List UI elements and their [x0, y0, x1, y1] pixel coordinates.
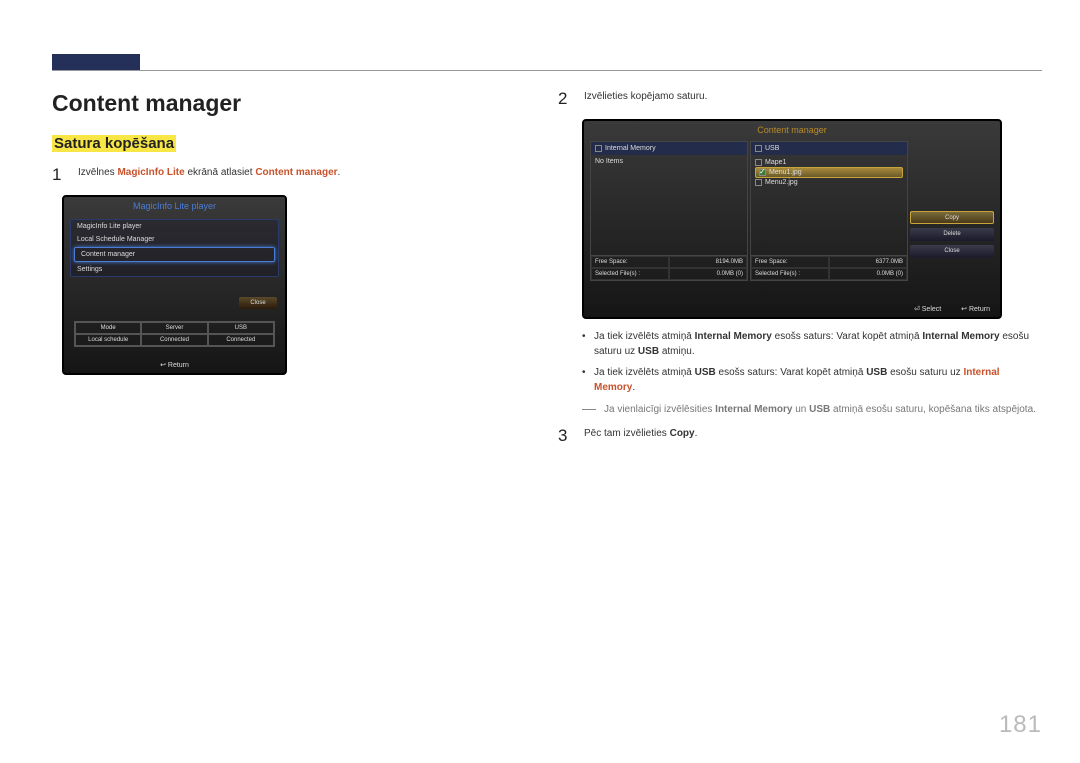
step-number: 3: [558, 427, 574, 446]
panel-usb: USB Mape1 Menu1.jpg Menu2.jpg Free Space…: [750, 141, 908, 281]
section-heading: Satura kopēšana: [52, 135, 176, 152]
checkbox-icon: [595, 145, 602, 152]
shot-title: MagicInfo Lite player: [64, 197, 285, 215]
copy-button: Copy: [910, 211, 994, 224]
bullet-item: Ja tiek izvēlēts atmiņā USB esošs saturs…: [582, 365, 1038, 395]
step-3: 3 Pēc tam izvēlieties Copy.: [558, 427, 1038, 446]
file-selected: Menu1.jpg: [755, 167, 903, 178]
panel-internal-memory: Internal Memory No Items Free Space:8194…: [590, 141, 748, 281]
return-hint: ↩ Return: [64, 361, 285, 369]
page-title: Content manager: [52, 90, 522, 117]
checkbox-icon: [755, 159, 762, 166]
step-text: Pēc tam izvēlieties Copy.: [584, 427, 1038, 442]
step-number: 2: [558, 90, 574, 109]
close-button: Close: [910, 245, 994, 258]
step-2: 2 Izvēlieties kopējamo saturu.: [558, 90, 1038, 109]
menu-item-selected: Content manager: [74, 247, 275, 262]
close-button: Close: [239, 297, 277, 309]
checkbox-icon: [755, 145, 762, 152]
footer-hints: ⏎ Select ↩ Return: [584, 305, 990, 313]
delete-button: Delete: [910, 228, 994, 241]
note-dash-icon: [582, 409, 596, 410]
bullet-item: Ja tiek izvēlēts atmiņā Internal Memory …: [582, 329, 1038, 359]
screenshot-magicinfo-menu: MagicInfo Lite player MagicInfo Lite pla…: [62, 195, 287, 375]
menu-item: MagicInfo Lite player: [71, 220, 278, 233]
screenshot-content-manager: Content manager Internal Memory No Items…: [582, 119, 1002, 319]
note: Ja vienlaicīgi izvēlēsities Internal Mem…: [582, 403, 1038, 417]
checkbox-icon: [755, 179, 762, 186]
step-number: 1: [52, 166, 68, 185]
page-number: 181: [999, 711, 1042, 739]
menu-item: Settings: [71, 263, 278, 276]
menu-item: Local Schedule Manager: [71, 233, 278, 246]
step-text: Izvēlieties kopējamo saturu.: [584, 90, 1038, 105]
step-1: 1 Izvēlnes MagicInfo Lite ekrānā atlasie…: [52, 166, 522, 185]
status-grid: ModeServerUSB Local scheduleConnectedCon…: [74, 321, 275, 347]
step-text: Izvēlnes MagicInfo Lite ekrānā atlasiet …: [78, 166, 522, 181]
panel-body: No Items: [591, 155, 747, 255]
checkbox-checked-icon: [759, 169, 766, 176]
panel-actions: Copy Delete Close: [910, 141, 994, 281]
shot-title: Content manager: [584, 121, 1000, 139]
